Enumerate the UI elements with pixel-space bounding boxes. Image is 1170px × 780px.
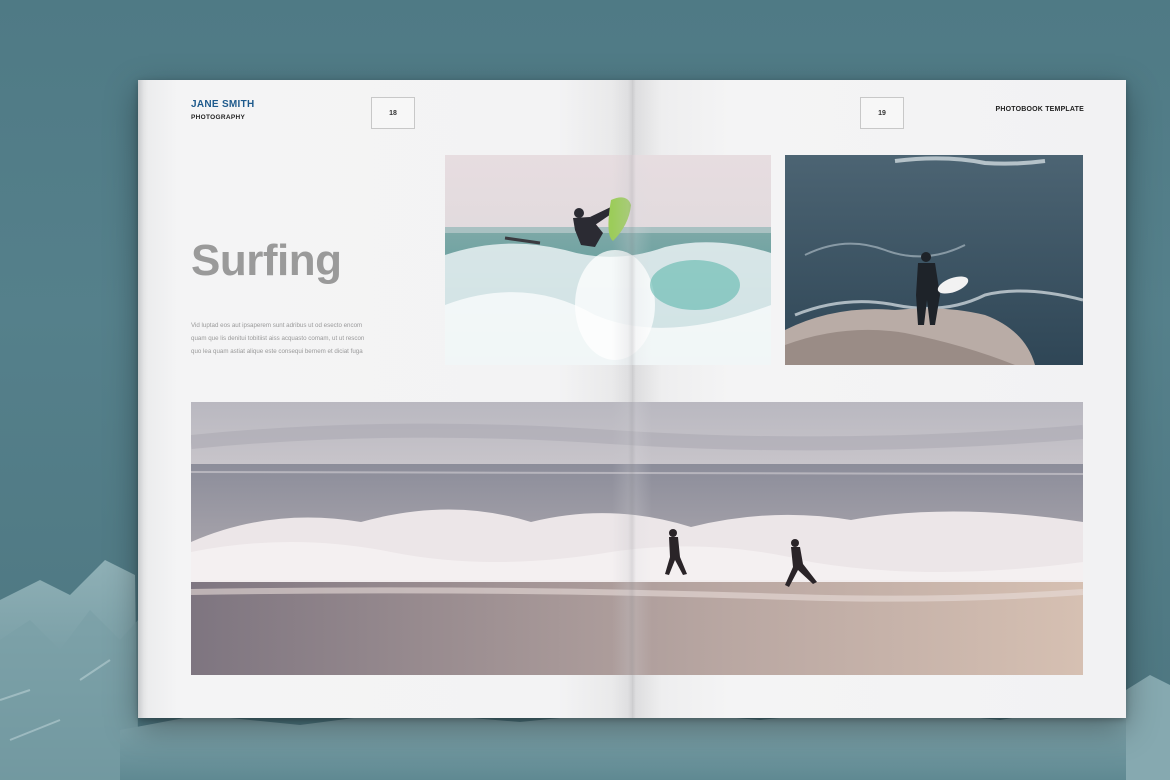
body-line: quo lea quam astiat alique este consequi… — [191, 348, 363, 355]
brand-subtitle: PHOTOGRAPHY — [191, 114, 246, 121]
section-body: Vid luptad eos aut ipsaperem sunt adribu… — [191, 319, 401, 358]
brand-name: JANE SMITH — [191, 99, 255, 110]
body-line: quam que lis denitui tobitiist aiss acqu… — [191, 335, 365, 342]
photo-surfer-wave — [445, 155, 771, 365]
photo-surfer-rocks — [785, 155, 1083, 365]
template-label: PHOTOBOOK TEMPLATE — [995, 106, 1084, 113]
page-number-left: 18 — [371, 97, 415, 129]
body-line: Vid luptad eos aut ipsaperem sunt adribu… — [191, 322, 363, 329]
photobook-spread: JANE SMITH PHOTOGRAPHY 18 Surfing Vid lu… — [138, 80, 1126, 718]
page-number-right: 19 — [860, 97, 904, 129]
section-title: Surfing — [191, 236, 342, 285]
page-edge — [138, 80, 148, 718]
photo-beach-panorama — [191, 402, 1083, 675]
